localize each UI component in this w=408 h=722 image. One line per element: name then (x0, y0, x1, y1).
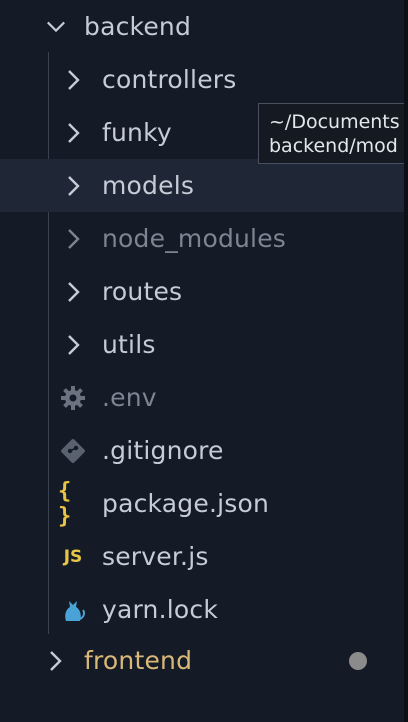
folder-label: utils (102, 330, 156, 359)
yarn-cat-icon (58, 595, 88, 625)
tree-folder-models[interactable]: models (0, 159, 404, 212)
path-tooltip: ~/Documents backend/mod (258, 103, 408, 164)
tree-folder-frontend[interactable]: frontend (0, 634, 404, 687)
folder-label: funky (102, 118, 172, 147)
tree-file-gitignore[interactable]: .gitignore (0, 424, 404, 477)
js-glyph: JS (63, 546, 83, 567)
chevron-right-icon (64, 68, 84, 92)
json-braces-icon: { } (58, 479, 88, 529)
tree-file-yarn-lock[interactable]: yarn.lock (0, 583, 404, 636)
gear-icon (58, 383, 88, 413)
chevron-right-icon (46, 649, 66, 673)
chevron-down-icon (46, 15, 66, 39)
chevron-right-icon (64, 280, 84, 304)
tree-file-server-js[interactable]: JS server.js (0, 530, 404, 583)
window-edge (404, 0, 408, 722)
tree-file-env[interactable]: .env (0, 371, 404, 424)
tree-folder-utils[interactable]: utils (0, 318, 404, 371)
chevron-right-icon (64, 333, 84, 357)
chevron-right-icon (64, 121, 84, 145)
file-label: .env (102, 383, 157, 412)
file-label: .gitignore (102, 436, 224, 465)
folder-label: routes (102, 277, 183, 306)
tree-folder-backend[interactable]: backend (0, 0, 404, 53)
json-braces-glyph: { } (58, 478, 71, 529)
git-icon (58, 436, 88, 466)
tooltip-line-1: ~/Documents (269, 111, 400, 133)
folder-label-frontend: frontend (84, 646, 193, 675)
file-label: server.js (102, 542, 209, 571)
file-label: yarn.lock (102, 595, 219, 624)
file-explorer: backend controllers funky models node_mo… (0, 0, 408, 722)
chevron-right-icon (64, 174, 84, 198)
tree-folder-node-modules[interactable]: node_modules (0, 212, 404, 265)
tree-file-package-json[interactable]: { } package.json (0, 477, 404, 530)
tree-folder-controllers[interactable]: controllers (0, 53, 404, 106)
chevron-right-icon (64, 227, 84, 251)
file-label: package.json (102, 489, 269, 518)
tree-folder-routes[interactable]: routes (0, 265, 404, 318)
modified-dot-icon (349, 651, 367, 670)
folder-label: node_modules (102, 224, 287, 253)
folder-label-backend: backend (84, 12, 192, 41)
js-icon: JS (58, 542, 88, 572)
tooltip-line-2: backend/mod (269, 135, 398, 157)
folder-label: controllers (102, 65, 237, 94)
folder-label: models (102, 171, 195, 200)
